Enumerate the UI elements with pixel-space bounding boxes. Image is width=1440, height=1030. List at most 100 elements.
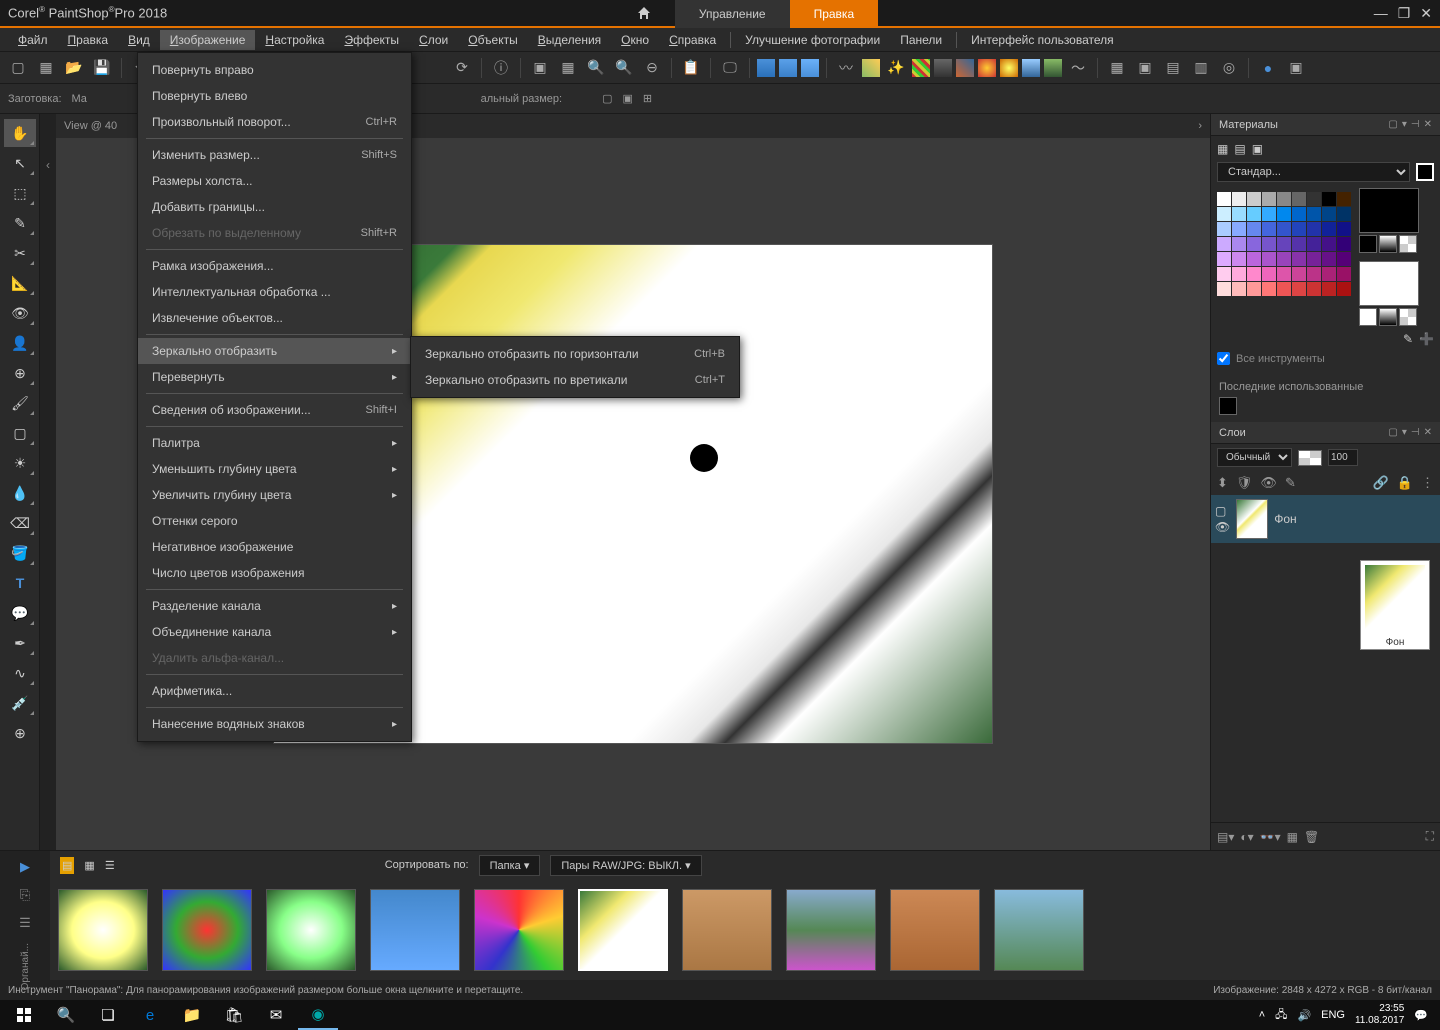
text-tool[interactable]: T [4, 569, 36, 597]
layers-header[interactable]: Слои ▢▾⊣✕ [1211, 422, 1440, 444]
makeover-tool[interactable]: 👤 [4, 329, 36, 357]
layers-float-icon[interactable]: ▢ [1388, 427, 1397, 438]
layer-btn2-icon[interactable]: 🛡 [1236, 475, 1253, 491]
fg-style3[interactable] [1399, 235, 1417, 253]
layers-pin-icon[interactable]: ⊣ [1411, 427, 1420, 438]
move-tool[interactable]: ↖ [4, 149, 36, 177]
store-icon[interactable]: 🛍 [214, 1000, 254, 1030]
dd-flip[interactable]: Перевернуть▸ [138, 364, 411, 390]
sort-select[interactable]: Папка ▾ [479, 855, 541, 876]
tool2-icon[interactable]: ▣ [1133, 56, 1157, 80]
play-icon[interactable]: ▶ [20, 859, 30, 875]
opt-icon2[interactable]: ▣ [623, 92, 633, 105]
waves-icon[interactable]: 〜 [1066, 56, 1090, 80]
dd-rotate-right[interactable]: Повернуть вправо [138, 57, 411, 83]
bg-style1[interactable] [1359, 308, 1377, 326]
menu-adjust[interactable]: Настройка [255, 30, 334, 50]
dd-palette[interactable]: Палитра▸ [138, 430, 411, 456]
dd-increase[interactable]: Увеличить глубину цвета▸ [138, 482, 411, 508]
layers-expand-icon[interactable]: ⛶ [1426, 829, 1434, 844]
zoom-out-icon[interactable]: 🔍 [612, 56, 636, 80]
tool4-icon[interactable]: ▥ [1189, 56, 1213, 80]
tab-manage[interactable]: Управление [675, 0, 790, 28]
photo-icon[interactable] [862, 59, 880, 77]
tray-clock[interactable]: 23:5511.08.2017 [1355, 1003, 1404, 1027]
menu-panels[interactable]: Панели [890, 30, 952, 50]
menu-effects[interactable]: Эффекты [334, 30, 409, 50]
tray-network-icon[interactable]: 🖧 [1275, 1006, 1287, 1025]
bg-style3[interactable] [1399, 308, 1417, 326]
mat-tab1-icon[interactable]: ▦ [1217, 142, 1228, 156]
menu-view[interactable]: Вид [118, 30, 160, 50]
panel-pin-icon[interactable]: ⊣ [1411, 119, 1420, 130]
menu-image[interactable]: Изображение [160, 30, 256, 50]
open-icon[interactable]: 📂 [62, 56, 86, 80]
thumb-9[interactable] [890, 889, 980, 971]
layer-btn1-icon[interactable]: ⬍ [1217, 475, 1228, 491]
add-tool[interactable]: ⊕ [4, 719, 36, 747]
dropper-tool[interactable]: ✎ [4, 209, 36, 237]
delete-layer-icon[interactable]: 🗑 [1304, 830, 1319, 844]
close-icon[interactable]: ✕ [1420, 5, 1432, 22]
dd-free-rotate[interactable]: Произвольный поворот...Ctrl+R [138, 109, 411, 135]
layer-name[interactable]: Фон [1274, 512, 1296, 526]
opt-icon3[interactable]: ⊞ [643, 92, 652, 105]
tray-up-icon[interactable]: ˄ [1259, 1009, 1265, 1021]
layers-close-icon[interactable]: ✕ [1424, 427, 1432, 438]
smudge-tool[interactable]: 💧 [4, 479, 36, 507]
layer-link-icon[interactable]: 🔗 [1373, 475, 1389, 491]
org-tool-icon[interactable]: ⎘ [20, 887, 30, 903]
dd-arithmetic[interactable]: Арифметика... [138, 678, 411, 704]
layer-row[interactable]: ▢ 👁 Фон [1211, 495, 1440, 543]
dd-canvas[interactable]: Размеры холста... [138, 168, 411, 194]
maximize-icon[interactable]: ❐ [1398, 5, 1411, 22]
fill-tool[interactable]: 🪣 [4, 539, 36, 567]
dd-grayscale[interactable]: Оттенки серого [138, 508, 411, 534]
menu-selections[interactable]: Выделения [528, 30, 611, 50]
edge-icon[interactable]: e [130, 1000, 170, 1030]
all-tools-check[interactable] [1217, 352, 1230, 365]
eraser-tool[interactable]: ⌫ [4, 509, 36, 537]
menu-help[interactable]: Справка [659, 30, 726, 50]
new-layer-icon[interactable]: ▤▾ [1217, 830, 1234, 844]
thumb-6[interactable] [578, 889, 668, 971]
actual-icon[interactable]: ▦ [556, 56, 580, 80]
color-palette[interactable] [1217, 192, 1351, 296]
clone-tool[interactable]: ⊕ [4, 359, 36, 387]
foreground-swatch[interactable] [1359, 188, 1419, 233]
group-icon[interactable]: 👓▾ [1260, 830, 1281, 844]
recent-swatch[interactable] [1219, 397, 1237, 415]
paintshop-taskbar-icon[interactable]: ◉ [298, 1000, 338, 1030]
warp-tool[interactable]: ∿ [4, 659, 36, 687]
grid-icon[interactable]: ▦ [34, 56, 58, 80]
dd-borders[interactable]: Добавить границы... [138, 194, 411, 220]
menu-objects[interactable]: Объекты [458, 30, 528, 50]
palette-select[interactable]: Стандар... [1217, 162, 1410, 182]
layers-menu-icon[interactable]: ▾ [1402, 427, 1407, 438]
explorer-icon[interactable]: 📁 [172, 1000, 212, 1030]
bg-style2[interactable] [1379, 308, 1397, 326]
org-view1-icon[interactable]: ▤ [60, 857, 74, 874]
tray-sound-icon[interactable]: 🔊 [1297, 1009, 1311, 1022]
nav-right-icon[interactable]: › [1198, 120, 1202, 132]
org-list-icon[interactable]: ☰ [19, 915, 31, 931]
mat-tab2-icon[interactable]: ▤ [1234, 142, 1245, 156]
dd-watermark[interactable]: Нанесение водяных знаков▸ [138, 711, 411, 737]
start-button[interactable] [4, 1000, 44, 1030]
fg-style1[interactable] [1359, 235, 1377, 253]
home-icon[interactable] [633, 2, 655, 24]
org-view2-icon[interactable]: ▦ [84, 859, 94, 872]
menu-edit[interactable]: Правка [58, 30, 119, 50]
dd-combine[interactable]: Объединение канала▸ [138, 619, 411, 645]
shape-tool[interactable]: ▢ [4, 419, 36, 447]
materials-header[interactable]: Материалы ▢▾⊣✕ [1211, 114, 1440, 136]
info-icon[interactable]: ⓘ [489, 56, 513, 80]
thumb-7[interactable] [682, 889, 772, 971]
fx1-icon[interactable] [934, 59, 952, 77]
tray-lang[interactable]: ENG [1321, 1009, 1345, 1021]
thumb-3[interactable] [266, 889, 356, 971]
minimize-icon[interactable]: — [1374, 5, 1388, 22]
speech-tool[interactable]: 💬 [4, 599, 36, 627]
dd-smart[interactable]: Интеллектуальная обработка ... [138, 279, 411, 305]
dd-info[interactable]: Сведения об изображении...Shift+I [138, 397, 411, 423]
